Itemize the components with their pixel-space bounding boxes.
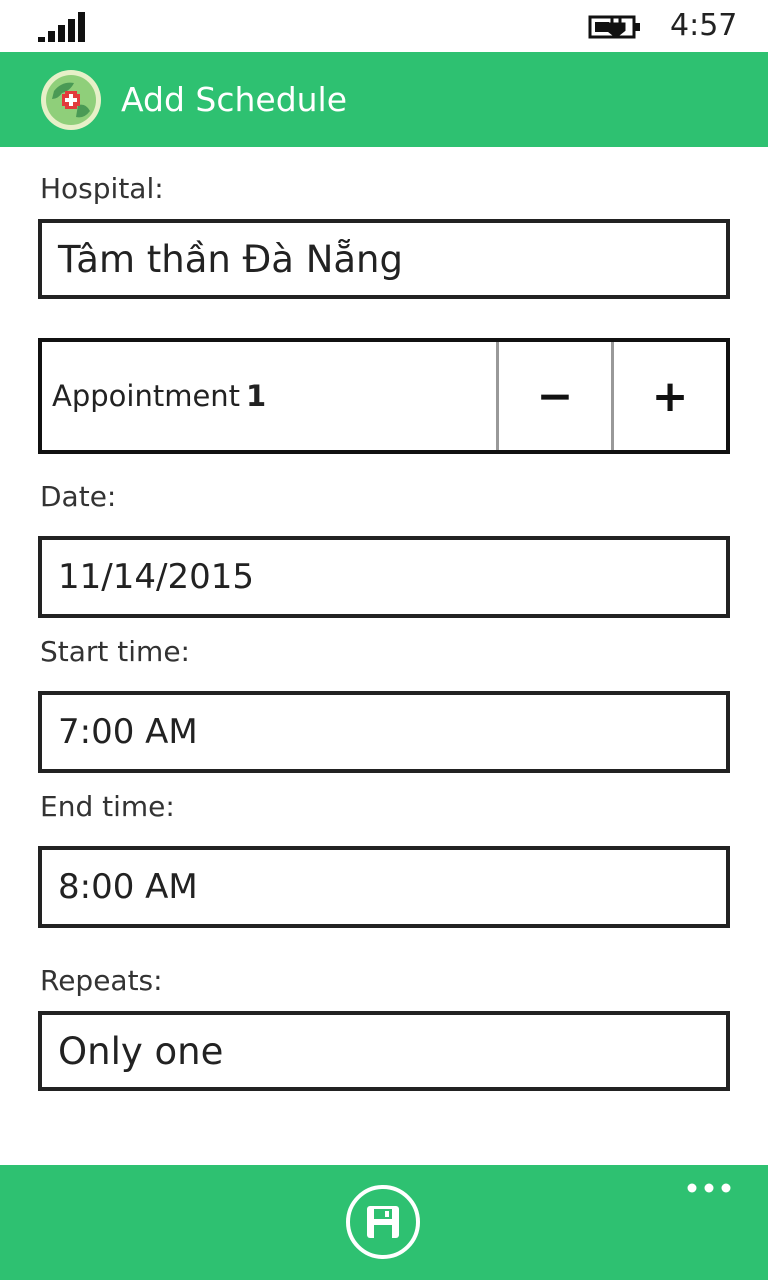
end-time-picker[interactable]: 8:00 AM [38,846,730,928]
more-options-icon[interactable] [686,1177,732,1199]
status-time: 4:57 [670,8,738,43]
decrement-button[interactable]: − [496,342,611,450]
repeats-picker[interactable]: Only one [38,1011,730,1091]
app-bar [0,1165,768,1280]
date-label: Date: [40,480,117,513]
save-icon[interactable] [345,1184,421,1260]
hospital-label: Hospital: [40,172,164,205]
increment-button[interactable]: + [611,342,726,450]
start-time-label: Start time: [40,635,190,668]
appointment-text: Appointment [52,379,241,413]
end-time-label: End time: [40,790,175,823]
signal-strength-icon [38,12,85,42]
appointment-label: Appointment 1 [42,342,496,450]
appointment-stepper: Appointment 1 − + [38,338,730,454]
app-header: Add Schedule [0,52,768,147]
start-time-picker[interactable]: 7:00 AM [38,691,730,773]
repeats-label: Repeats: [40,964,163,997]
hospital-globe-logo [41,70,101,130]
status-bar: 4:57 [0,0,768,52]
battery-charging-icon [588,15,640,39]
page-title: Add Schedule [121,80,348,119]
hospital-field[interactable]: Tâm thần Đà Nẵng [38,219,730,299]
appointment-count: 1 [246,379,267,413]
date-picker[interactable]: 11/14/2015 [38,536,730,618]
